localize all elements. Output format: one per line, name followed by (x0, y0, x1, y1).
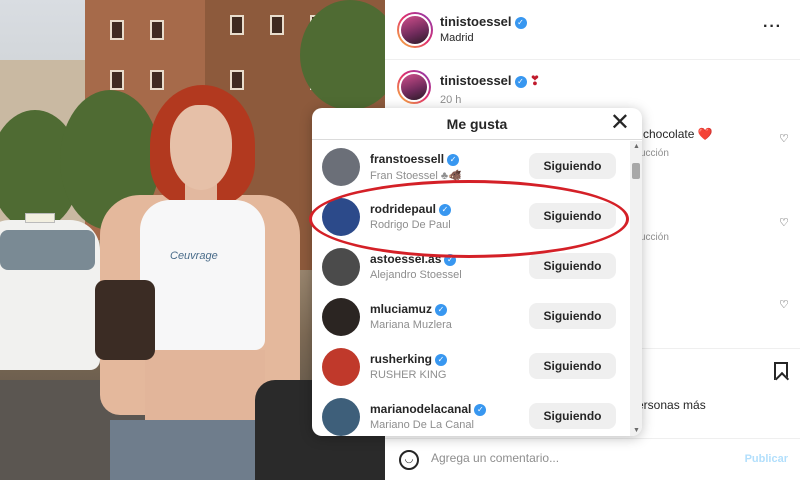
verified-icon: ✓ (514, 16, 527, 29)
following-button[interactable]: Siguiendo (529, 153, 616, 179)
window (110, 20, 124, 40)
avatar[interactable] (322, 298, 360, 336)
list-item-fullname: Rodrigo De Paul (370, 219, 451, 231)
publish-button[interactable]: Publicar (745, 453, 788, 465)
reply-link[interactable]: ucción (640, 148, 669, 159)
list-item-fullname: RUSHER KING (370, 369, 447, 381)
list-item: rodridepaul ✓ Rodrigo De Paul Siguiendo (312, 191, 630, 241)
window (270, 15, 284, 35)
list-item-username[interactable]: astoessel.as ✓ (370, 252, 457, 266)
scrollbar-thumb[interactable] (632, 163, 640, 179)
author-username[interactable]: tinistoessel ✓ (440, 14, 527, 29)
verified-icon: ✓ (514, 75, 527, 88)
list-item-username[interactable]: rusherking ✓ (370, 352, 448, 366)
following-button[interactable]: Siguiendo (529, 303, 616, 329)
verified-icon: ✓ (435, 303, 448, 316)
list-item-username[interactable]: marianodelacanal ✓ (370, 402, 487, 416)
list-item-username[interactable]: mluciamuz ✓ (370, 302, 448, 316)
list-item: marianodelacanal ✓ Mariano De La Canal Si… (312, 391, 630, 436)
list-item-fullname: Fran Stoessel ♣🐗 (370, 170, 462, 182)
window (110, 70, 124, 90)
following-button[interactable]: Siguiendo (529, 253, 616, 279)
likes-summary[interactable]: ersonas más (637, 398, 706, 412)
post-header: tinistoessel ✓ Madrid ··· (385, 0, 800, 60)
car-window (0, 230, 95, 270)
scroll-up-icon[interactable]: ▲ (633, 143, 640, 150)
verified-icon: ✓ (444, 253, 457, 266)
window (150, 20, 164, 40)
list-item-fullname: Mariano De La Canal (370, 419, 474, 431)
heart-exclamation-emoji: ❣ (529, 73, 541, 88)
list-item-fullname: Mariana Muzlera (370, 319, 452, 331)
scrollbar[interactable]: ▲ ▼ (630, 141, 642, 436)
list-item-fullname: Alejandro Stoessel (370, 269, 462, 281)
following-button[interactable]: Siguiendo (529, 353, 616, 379)
list-item: mluciamuz ✓ Mariana Muzlera Siguiendo (312, 291, 630, 341)
comment-input[interactable] (431, 451, 731, 465)
verified-icon: ✓ (439, 203, 452, 216)
following-button[interactable]: Siguiendo (529, 403, 616, 429)
following-button[interactable]: Siguiendo (529, 203, 616, 229)
modal-title: Me gusta (446, 116, 508, 132)
bookmark-icon[interactable] (774, 362, 788, 380)
likes-modal: Me gusta ✕ franstoessell ✓ Fran Stoessel … (312, 108, 642, 436)
scroll-down-icon[interactable]: ▼ (633, 427, 640, 434)
list-item: rusherking ✓ RUSHER KING Siguiendo (312, 341, 630, 391)
top-print-logo: Ceuvrage (170, 250, 218, 262)
verified-icon: ✓ (447, 153, 460, 166)
avatar[interactable] (322, 398, 360, 436)
heart-icon[interactable]: ♡ (779, 298, 789, 311)
window (230, 70, 244, 90)
person-torso (145, 350, 265, 430)
caption-avatar[interactable] (397, 70, 431, 104)
comment-text: chocolate ❤️ (643, 127, 713, 141)
list-item-username[interactable]: rodridepaul ✓ (370, 202, 452, 216)
avatar[interactable] (322, 148, 360, 186)
close-icon[interactable]: ✕ (610, 110, 630, 136)
taxi-sign (25, 213, 55, 223)
likes-list[interactable]: franstoessell ✓ Fran Stoessel ♣🐗 Siguiend… (312, 141, 630, 436)
reply-link[interactable]: ucción (640, 232, 669, 243)
list-item-username[interactable]: franstoessell ✓ (370, 152, 460, 166)
modal-header: Me gusta ✕ (312, 108, 642, 140)
window (150, 70, 164, 90)
avatar[interactable] (322, 348, 360, 386)
author-avatar[interactable] (397, 12, 433, 48)
handbag (95, 280, 155, 360)
verified-icon: ✓ (435, 353, 448, 366)
emoji-icon[interactable]: ◡ (399, 450, 419, 470)
list-item: franstoessell ✓ Fran Stoessel ♣🐗 Siguiend… (312, 141, 630, 191)
heart-icon[interactable]: ♡ (779, 216, 789, 229)
avatar[interactable] (322, 248, 360, 286)
person-face (170, 105, 232, 190)
post-location[interactable]: Madrid (440, 32, 474, 44)
window (230, 15, 244, 35)
heart-icon[interactable]: ♡ (779, 132, 789, 145)
white-crop-top (140, 200, 265, 350)
more-horizontal-icon[interactable]: ··· (763, 18, 782, 36)
avatar[interactable] (322, 198, 360, 236)
comment-bar: ◡ Publicar (385, 438, 800, 480)
list-item: astoessel.as ✓ Alejandro Stoessel Siguien… (312, 241, 630, 291)
verified-icon: ✓ (474, 403, 487, 416)
caption-username[interactable]: tinistoessel ✓ ❣ (440, 73, 540, 89)
caption-time[interactable]: 20 h (440, 94, 461, 106)
